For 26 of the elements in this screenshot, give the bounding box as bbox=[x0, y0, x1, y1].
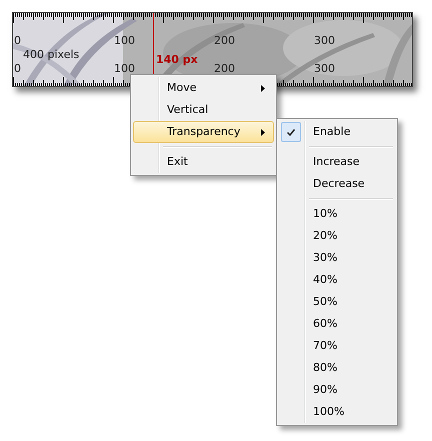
menu-item[interactable]: 60% bbox=[279, 313, 395, 335]
menu-item[interactable]: 40% bbox=[279, 269, 395, 291]
ruler-number: 0 bbox=[14, 62, 21, 76]
menu-item[interactable]: 90% bbox=[279, 379, 395, 401]
menu-item[interactable]: Transparency bbox=[133, 121, 274, 143]
menu-item[interactable]: 20% bbox=[279, 225, 395, 247]
ruler-number: 300 bbox=[314, 62, 335, 76]
menu-item[interactable]: Enable bbox=[279, 121, 395, 143]
ruler-number: 200 bbox=[214, 34, 235, 48]
ruler-number: 0 bbox=[14, 34, 21, 48]
menu-item[interactable]: 70% bbox=[279, 335, 395, 357]
menu-item[interactable]: Decrease bbox=[279, 173, 395, 195]
ruler-number: 100 bbox=[114, 34, 135, 48]
ruler-number: 100 bbox=[114, 62, 135, 76]
menu-item[interactable]: 80% bbox=[279, 357, 395, 379]
marker-reading: 140 px bbox=[156, 53, 198, 67]
menu-item[interactable]: 30% bbox=[279, 247, 395, 269]
menu-item[interactable]: 10% bbox=[279, 203, 395, 225]
menu-item[interactable]: 100% bbox=[279, 401, 395, 423]
ruler-number: 300 bbox=[314, 34, 335, 48]
menu-item[interactable]: 50% bbox=[279, 291, 395, 313]
length-label: 400 pixels bbox=[23, 48, 80, 62]
menu-item[interactable]: Increase bbox=[279, 151, 395, 173]
menu-item[interactable]: Exit bbox=[133, 151, 274, 173]
ruler-number: 200 bbox=[214, 62, 235, 76]
menu-item[interactable]: Vertical bbox=[133, 99, 274, 121]
